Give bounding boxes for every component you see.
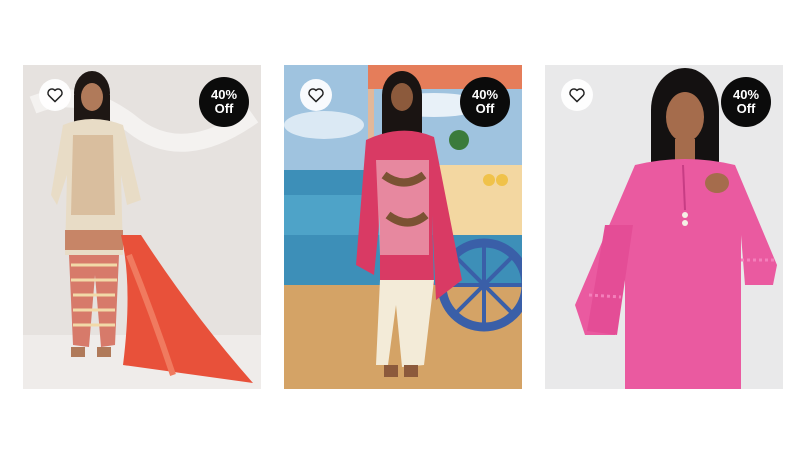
discount-badge: 40% Off [199, 77, 249, 127]
discount-percent: 40% [471, 87, 499, 102]
wishlist-button[interactable] [39, 79, 71, 111]
wishlist-button[interactable] [300, 79, 332, 111]
heart-outline-icon [569, 88, 585, 103]
wishlist-button[interactable] [561, 79, 593, 111]
heart-outline-icon [308, 88, 324, 103]
heart-outline-icon [47, 88, 63, 103]
product-card[interactable]: 40% Off [23, 65, 261, 389]
product-grid: 40% Off 40% Off 40% Off [0, 0, 800, 450]
discount-label: Off [736, 101, 756, 116]
discount-badge: 40% Off [721, 77, 771, 127]
product-card[interactable]: 40% Off [545, 65, 783, 389]
discount-badge: 40% Off [460, 77, 510, 127]
discount-percent: 40% [210, 87, 238, 102]
discount-percent: 40% [732, 87, 760, 102]
discount-label: Off [475, 101, 495, 116]
discount-label: Off [214, 101, 234, 116]
product-card[interactable]: 40% Off [284, 65, 522, 389]
